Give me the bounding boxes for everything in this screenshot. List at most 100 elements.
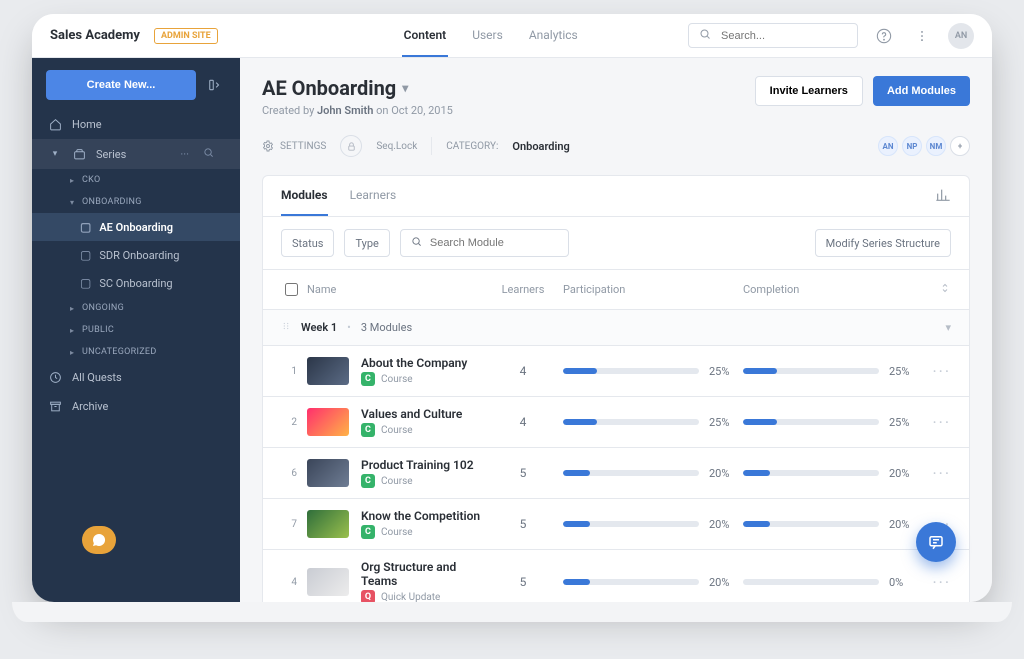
table-row[interactable]: 4 Org Structure and Teams QQuick Update … xyxy=(263,550,969,602)
table-row[interactable]: 1 About the Company CCourse 4 25% 25% ··… xyxy=(263,346,969,397)
row-more-icon[interactable]: ··· xyxy=(923,573,951,592)
page-subtitle: Created by John Smith on Oct 20, 2015 xyxy=(262,104,453,117)
sidebar-section-public[interactable]: ▸PUBLIC xyxy=(32,319,240,341)
filter-status[interactable]: Status xyxy=(281,229,334,257)
seq-lock-toggle[interactable] xyxy=(340,135,362,157)
completion-cell: 0% xyxy=(743,576,923,589)
add-learner-chip[interactable]: + xyxy=(950,136,970,156)
type-badge-icon: Q xyxy=(361,590,375,602)
row-more-icon[interactable]: ··· xyxy=(923,413,951,432)
completion-pct: 25% xyxy=(889,365,923,378)
sidebar-leaf-ae-onboarding[interactable]: ▢ AE Onboarding xyxy=(32,213,240,241)
page-meta-row: SETTINGS Seq.Lock CATEGORY: Onboarding A… xyxy=(262,135,970,157)
sidebar-section-ongoing[interactable]: ▸ONGOING xyxy=(32,297,240,319)
sidebar-leaf-sdr-onboarding[interactable]: ▢ SDR Onboarding xyxy=(32,241,240,269)
completion-cell: 20% xyxy=(743,518,923,531)
completion-bar xyxy=(743,470,879,476)
row-index: 7 xyxy=(281,519,297,530)
analytics-icon[interactable] xyxy=(935,187,951,206)
help-icon[interactable] xyxy=(872,24,896,48)
table-row[interactable]: 7 Know the Competition CCourse 5 20% 20%… xyxy=(263,499,969,550)
module-type: Course xyxy=(381,476,413,487)
main-panel: AE Onboarding ▾ Created by John Smith on… xyxy=(240,58,992,602)
completion-cell: 20% xyxy=(743,467,923,480)
sidebar-collapse-icon[interactable] xyxy=(204,74,226,96)
sidebar: Create New... Home ▾ Series xyxy=(32,58,240,602)
type-badge-icon: C xyxy=(361,474,375,488)
sidebar-item-all-quests[interactable]: All Quests xyxy=(32,363,240,392)
tab-modules[interactable]: Modules xyxy=(281,176,328,216)
module-search[interactable] xyxy=(400,229,569,257)
week-group-row[interactable]: Week 1 • 3 Modules ▾ xyxy=(263,310,969,346)
modify-structure-button[interactable]: Modify Series Structure xyxy=(815,229,951,257)
sidebar-leaf-sc-onboarding[interactable]: ▢ SC Onboarding xyxy=(32,269,240,297)
series-search-icon[interactable] xyxy=(203,147,224,161)
participation-pct: 25% xyxy=(709,365,743,378)
top-tabs: Content Users Analytics xyxy=(402,15,580,57)
col-completion[interactable]: Completion xyxy=(743,283,923,296)
category-label: CATEGORY: xyxy=(446,141,498,152)
module-name: Values and Culture xyxy=(361,407,483,421)
participation-bar xyxy=(563,419,699,425)
tab-analytics[interactable]: Analytics xyxy=(527,15,580,57)
completion-bar xyxy=(743,419,879,425)
create-new-button[interactable]: Create New... xyxy=(46,70,196,100)
col-learners[interactable]: Learners xyxy=(483,283,563,296)
col-name[interactable]: Name xyxy=(307,283,483,296)
participation-bar xyxy=(563,368,699,374)
select-all-checkbox[interactable] xyxy=(285,283,298,296)
participation-pct: 20% xyxy=(709,518,743,531)
chat-fab[interactable] xyxy=(916,522,956,562)
admin-site-badge: ADMIN SITE xyxy=(154,28,218,44)
module-thumbnail xyxy=(307,408,349,436)
folder-icon: ▢ xyxy=(80,276,91,290)
kebab-menu-icon[interactable] xyxy=(910,24,934,48)
learner-chip[interactable]: NP xyxy=(902,136,922,156)
participation-cell: 20% xyxy=(563,576,743,589)
sidebar-item-series[interactable]: ▾ Series ··· xyxy=(32,139,240,169)
participation-bar xyxy=(563,470,699,476)
drag-handle-icon[interactable] xyxy=(281,320,291,335)
invite-learners-button[interactable]: Invite Learners xyxy=(755,76,863,106)
folder-icon: ▢ xyxy=(80,220,91,234)
sidebar-item-label: SC Onboarding xyxy=(99,277,172,290)
filter-type[interactable]: Type xyxy=(344,229,389,257)
chevron-down-icon[interactable]: ▾ xyxy=(945,321,951,334)
module-thumbnail xyxy=(307,510,349,538)
completion-cell: 25% xyxy=(743,365,923,378)
completion-bar xyxy=(743,368,879,374)
sidebar-section-uncategorized[interactable]: ▸UNCATEGORIZED xyxy=(32,341,240,363)
intercom-launcher[interactable] xyxy=(82,526,116,554)
completion-pct: 20% xyxy=(889,518,923,531)
title-dropdown-icon[interactable]: ▾ xyxy=(402,81,408,95)
row-index: 4 xyxy=(281,577,297,588)
row-more-icon[interactable]: ··· xyxy=(923,464,951,483)
global-search-input[interactable] xyxy=(719,29,847,43)
table-row[interactable]: 2 Values and Culture CCourse 4 25% 25% ·… xyxy=(263,397,969,448)
sort-icon[interactable] xyxy=(923,282,951,297)
row-more-icon[interactable]: ··· xyxy=(923,362,951,381)
learner-chip[interactable]: AN xyxy=(878,136,898,156)
gear-icon[interactable]: SETTINGS xyxy=(262,140,326,152)
sidebar-section-onboarding[interactable]: ▾ONBOARDING xyxy=(32,191,240,213)
tab-learners[interactable]: Learners xyxy=(350,176,397,216)
archive-icon xyxy=(48,400,62,413)
add-modules-button[interactable]: Add Modules xyxy=(873,76,970,106)
participation-cell: 20% xyxy=(563,518,743,531)
sidebar-item-home[interactable]: Home xyxy=(32,110,240,139)
sidebar-section-cko[interactable]: ▸CKO xyxy=(32,169,240,191)
global-search[interactable] xyxy=(688,23,858,48)
avatar[interactable]: AN xyxy=(948,23,974,49)
tab-content[interactable]: Content xyxy=(402,15,449,57)
learner-chip[interactable]: NM xyxy=(926,136,946,156)
sidebar-item-archive[interactable]: Archive xyxy=(32,392,240,421)
type-badge-icon: C xyxy=(361,525,375,539)
completion-bar xyxy=(743,521,879,527)
series-more-icon[interactable]: ··· xyxy=(176,148,193,161)
col-participation[interactable]: Participation xyxy=(563,283,743,296)
tab-users[interactable]: Users xyxy=(470,15,505,57)
module-search-input[interactable] xyxy=(428,236,558,250)
chevron-down-icon: ▾ xyxy=(48,149,62,159)
module-learner-count: 5 xyxy=(483,466,563,480)
table-row[interactable]: 6 Product Training 102 CCourse 5 20% 20%… xyxy=(263,448,969,499)
